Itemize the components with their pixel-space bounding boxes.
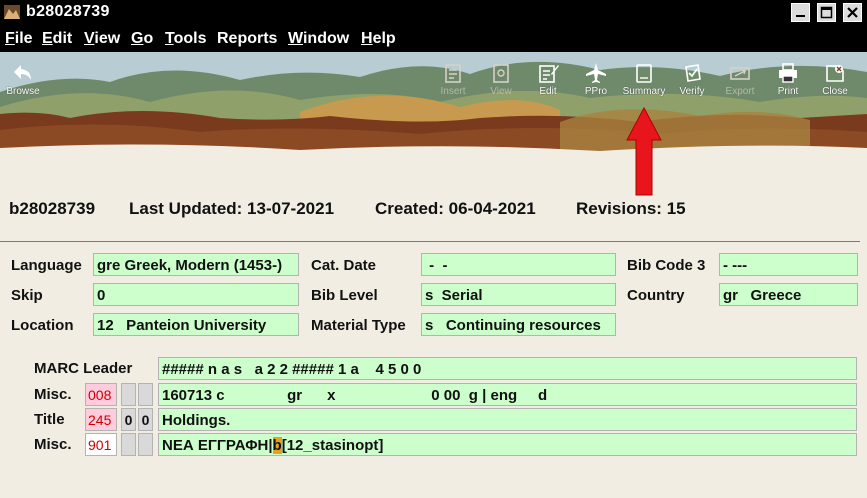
- cat-date-field[interactable]: - -: [421, 253, 616, 276]
- cat-date-label: Cat. Date: [311, 257, 377, 274]
- printer-icon: [779, 63, 797, 83]
- maximize-button[interactable]: [817, 3, 836, 22]
- summary-document-icon: [636, 64, 652, 83]
- country-field[interactable]: gr Greece: [719, 283, 858, 306]
- country-label: Country: [627, 287, 685, 304]
- minimize-icon: [796, 15, 805, 17]
- toolbar: Browse Insert View Edit PPro Summary Ver…: [0, 52, 867, 156]
- verify-icon: [685, 64, 701, 82]
- subfield-delimiter: b: [272, 437, 282, 454]
- record-id: b28028739: [9, 199, 96, 218]
- window-title: b28028739: [26, 3, 110, 20]
- field-text: ΝΕΑ ΕΓΓΡΑΦΗ|: [162, 437, 273, 454]
- marc-indicator-1[interactable]: [121, 433, 136, 456]
- divider: [0, 241, 860, 242]
- language-label: Language: [11, 257, 82, 274]
- title-bar: b28028739: [0, 0, 867, 26]
- material-type-field[interactable]: s Continuing resources: [421, 313, 616, 336]
- edit-document-icon: [539, 65, 559, 83]
- material-type-label: Material Type: [311, 317, 406, 334]
- marc-field-901[interactable]: ΝΕΑ ΕΓΓΡΑΦΗ|b[12_stasinopt]: [158, 433, 857, 456]
- marc-row-label: Misc.: [34, 386, 72, 403]
- last-updated: Last Updated: 13-07-2021: [129, 199, 335, 218]
- location-label: Location: [11, 317, 74, 334]
- marc-row-label: Title: [34, 411, 65, 428]
- marc-tag-008[interactable]: 008: [85, 383, 117, 406]
- back-arrow-icon: [14, 65, 31, 80]
- export-icon: [730, 67, 750, 80]
- field-text: [12_stasinopt]: [281, 437, 384, 454]
- menu-tools[interactable]: Tools: [165, 30, 206, 48]
- insert-icon: [445, 64, 461, 83]
- marc-indicator-2[interactable]: 0: [138, 408, 153, 431]
- close-window-button[interactable]: [843, 3, 862, 22]
- browse-button[interactable]: Browse: [0, 58, 54, 106]
- close-icon: [847, 7, 858, 18]
- skip-field[interactable]: 0: [93, 283, 299, 306]
- marc-indicator-2[interactable]: [138, 433, 153, 456]
- menu-edit[interactable]: Edit: [42, 30, 72, 48]
- menu-window[interactable]: Window: [288, 30, 349, 48]
- created-date: Created: 06-04-2021: [375, 199, 536, 218]
- view-icon: [493, 64, 509, 83]
- menu-help[interactable]: Help: [361, 30, 396, 48]
- minimize-button[interactable]: [791, 3, 810, 22]
- menu-file[interactable]: File: [5, 30, 33, 48]
- marc-indicator-2[interactable]: [138, 383, 153, 406]
- bib-code3-field[interactable]: - ---: [719, 253, 858, 276]
- marc-tag-245[interactable]: 245: [85, 408, 117, 431]
- marc-leader-field[interactable]: ##### n a s a 2 2 ##### 1 a 4 5 0 0: [158, 357, 857, 380]
- menu-reports[interactable]: Reports: [217, 30, 277, 48]
- red-annotation-arrow-icon: [626, 106, 662, 196]
- location-field[interactable]: 12 Panteion University: [93, 313, 299, 336]
- close-document-icon: [826, 65, 844, 82]
- marc-row-label: Misc.: [34, 436, 72, 453]
- skip-label: Skip: [11, 287, 43, 304]
- airplane-icon: [586, 63, 606, 83]
- marc-field-245[interactable]: Holdings.: [158, 408, 857, 431]
- marc-tag-901[interactable]: 901: [85, 433, 117, 456]
- language-field[interactable]: gre Greek, Modern (1453-): [93, 253, 299, 276]
- menu-go[interactable]: Go: [131, 30, 153, 48]
- bib-level-field[interactable]: s Serial: [421, 283, 616, 306]
- menu-view[interactable]: View: [84, 30, 120, 48]
- maximize-icon: [820, 6, 833, 19]
- mountain-app-icon: [4, 5, 20, 19]
- marc-field-008[interactable]: 160713 c gr x 0 00 g | eng d: [158, 383, 857, 406]
- marc-indicator-1[interactable]: 0: [121, 408, 136, 431]
- close-record-button[interactable]: Close: [804, 58, 866, 106]
- marc-indicator-1[interactable]: [121, 383, 136, 406]
- bib-level-label: Bib Level: [311, 287, 378, 304]
- revisions-count: Revisions: 15: [576, 199, 686, 218]
- bib-code3-label: Bib Code 3: [627, 257, 706, 274]
- marc-leader-label: MARC Leader: [34, 360, 133, 377]
- menu-bar: File Edit View Go Tools Reports Window H…: [0, 26, 867, 52]
